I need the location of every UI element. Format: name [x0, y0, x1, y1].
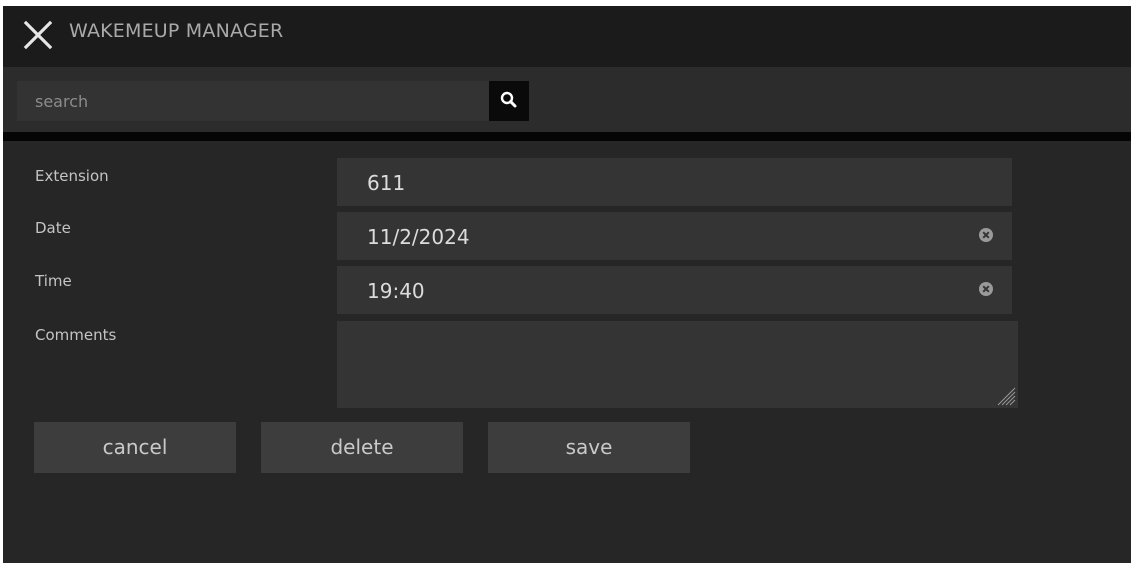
- date-value: 11/2/2024: [367, 225, 470, 249]
- search-input[interactable]: [17, 81, 489, 121]
- close-icon[interactable]: [23, 20, 53, 50]
- search-icon: [500, 91, 517, 108]
- comments-label: Comments: [35, 326, 117, 344]
- save-button[interactable]: save: [488, 422, 690, 473]
- time-clear-icon[interactable]: [978, 281, 994, 297]
- header-divider: [3, 132, 1131, 141]
- delete-button[interactable]: delete: [261, 422, 463, 473]
- wakemeup-manager-window: WAKEMEUP MANAGER Extension 611 Date 11/2…: [3, 6, 1131, 563]
- time-value: 19:40: [367, 279, 425, 303]
- search-bar: [3, 67, 1131, 132]
- extension-value: 611: [367, 171, 406, 195]
- comments-textarea[interactable]: [337, 321, 1018, 408]
- resize-handle-icon[interactable]: [996, 384, 1016, 406]
- extension-label: Extension: [35, 167, 109, 185]
- window-title: WAKEMEUP MANAGER: [69, 20, 284, 42]
- cancel-button[interactable]: cancel: [34, 422, 236, 473]
- search-button[interactable]: [489, 81, 529, 121]
- time-field[interactable]: 19:40: [337, 266, 1012, 314]
- extension-field[interactable]: 611: [337, 158, 1012, 206]
- date-field[interactable]: 11/2/2024: [337, 212, 1012, 260]
- date-label: Date: [35, 219, 71, 237]
- date-clear-icon[interactable]: [978, 227, 994, 243]
- title-bar: WAKEMEUP MANAGER: [3, 6, 1131, 67]
- time-label: Time: [35, 272, 72, 290]
